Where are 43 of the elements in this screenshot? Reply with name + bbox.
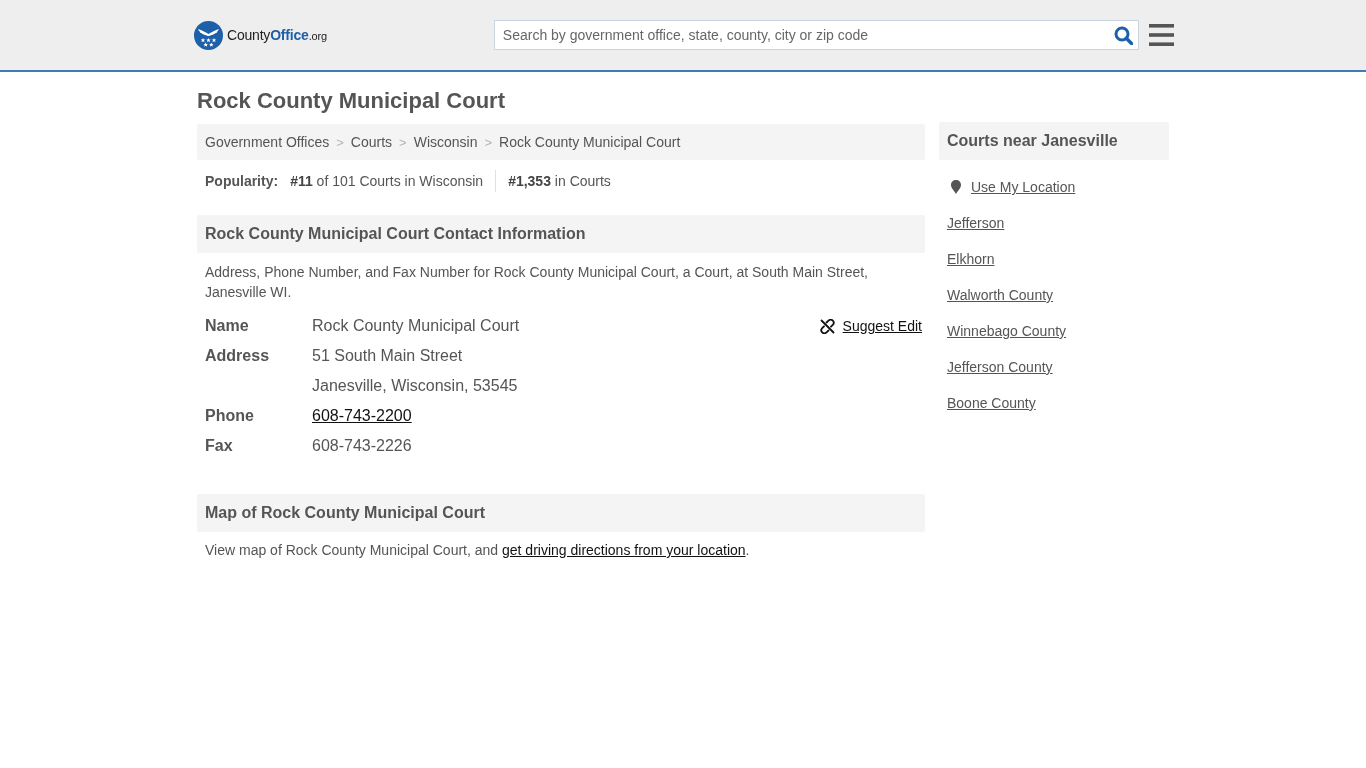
nearby-court-link[interactable]: Boone County [947,395,1036,411]
map-description: View map of Rock County Municipal Court, and get driving directions from your location. [204,541,751,560]
menu-icon [1148,24,1174,46]
page-title: Rock County Municipal Court [197,88,506,114]
field-label: Address [205,346,270,366]
field-value: Janesville, Wisconsin, 53545 [312,376,518,396]
field-value: 51 South Main Street [312,346,463,366]
nearby-court-link[interactable]: Walworth County [947,287,1054,303]
breadcrumb-link[interactable]: Rock County Municipal Court [499,134,681,150]
popularity-rank: #11 of 101 Courts in Wisconsin [290,172,485,191]
search-field[interactable]: Search by government office, state, county, city or zip code [493,20,1140,50]
section-heading: Rock County Municipal Court Contact Information [197,215,925,253]
suggest-edit-link[interactable]: Suggest Edit [819,312,922,340]
contact-description: Address, Phone Number, and Fax Number for Rock County Municipal Court, a Court, at South Main Street, Janesville WI. [204,263,869,302]
unlink-icon [819,318,835,334]
popularity-rank: #1,353 in Courts [495,170,623,192]
nearby-court-link[interactable]: Elkhorn [947,251,995,267]
breadcrumb-separator: > [399,134,407,150]
search-button[interactable] [1112,24,1135,46]
menu-button[interactable] [1148,23,1174,47]
field-label: Name [205,316,249,336]
popularity-label: Popularity: [205,173,279,189]
logo-icon [194,20,223,50]
breadcrumb-link[interactable]: Government Offices [205,134,330,150]
field-label: Phone [205,406,254,426]
site-logo[interactable]: CountyOffice.org [194,20,327,50]
section-heading: Map of Rock County Municipal Court [197,494,925,532]
phone-link[interactable]: 608-743-2200 [312,401,412,431]
directions-link[interactable]: get driving directions from your location [502,542,746,558]
nearby-court-link[interactable]: Winnebago County [947,323,1067,339]
field-label: Fax [205,436,233,456]
map-pin-icon [951,180,961,194]
breadcrumb-link[interactable]: Wisconsin [413,134,478,150]
sidebar-heading: Courts near Janesville [939,122,1169,160]
nearby-court-link[interactable]: Jefferson County [947,359,1053,375]
breadcrumb-separator: > [336,134,344,150]
use-location-link[interactable]: Use My Location [951,179,1076,195]
search-icon [1113,25,1133,45]
field-value: Rock County Municipal Court [312,316,520,336]
breadcrumb-separator: > [484,134,493,150]
field-value: 608-743-2226 [312,436,412,456]
nearby-court-link[interactable]: Jefferson [947,215,1005,231]
breadcrumb-link[interactable]: Courts [350,134,393,150]
